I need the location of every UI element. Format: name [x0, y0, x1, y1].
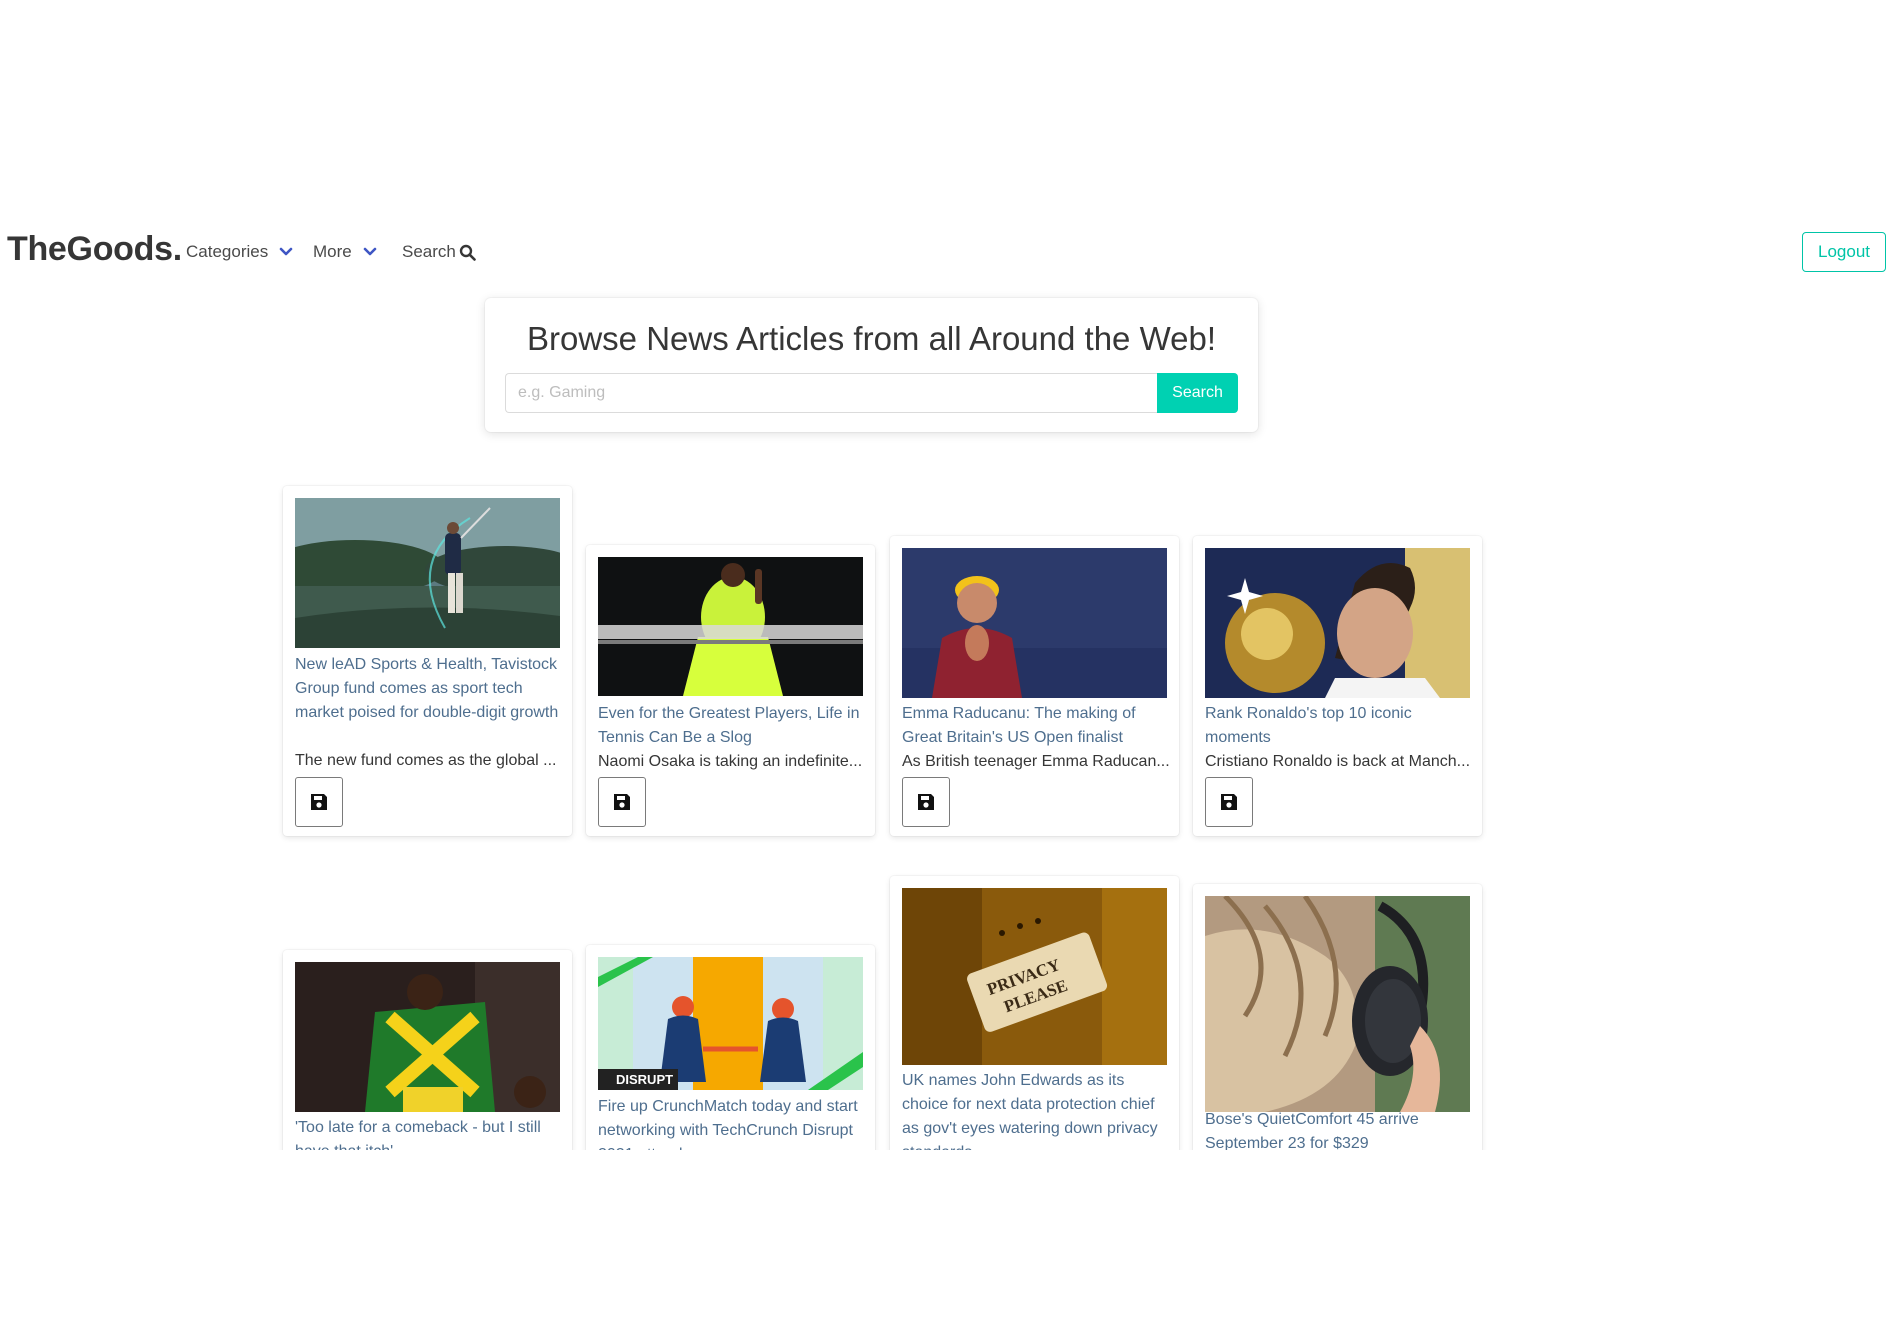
- articles-grid: New leAD Sports & Health, Tavistock Grou…: [0, 0, 1894, 1150]
- article-card: DISRUPT Fire up CrunchMatch today and st…: [586, 945, 875, 1150]
- article-card: Bose's QuietComfort 45 arrive September …: [1193, 884, 1482, 1150]
- article-card: Rank Ronaldo's top 10 iconic moments Cri…: [1193, 536, 1482, 836]
- article-image[interactable]: [295, 962, 560, 1112]
- disrupt-logo-text: DISRUPT: [616, 1072, 673, 1087]
- article-description: The new fund comes as the global ...: [295, 752, 557, 769]
- article-card: PRIVACY PLEASE UK names John Edwards as …: [890, 876, 1179, 1150]
- article-title[interactable]: Rank Ronaldo's top 10 iconic moments: [1205, 702, 1473, 750]
- headphones-image: [1205, 896, 1470, 1112]
- article-image[interactable]: [902, 548, 1167, 698]
- article-description: Naomi Osaka is taking an indefinite...: [598, 753, 863, 770]
- article-card: Emma Raducanu: The making of Great Brita…: [890, 536, 1179, 836]
- article-title[interactable]: UK names John Edwards as its choice for …: [902, 1069, 1170, 1150]
- disrupt-illustration-image: DISRUPT: [598, 957, 863, 1090]
- article-title[interactable]: Bose's QuietComfort 45 arrive September …: [1205, 1108, 1473, 1150]
- save-article-button[interactable]: [295, 777, 343, 827]
- article-card: 'Too late for a comeback - but I still h…: [283, 950, 572, 1150]
- article-title[interactable]: Even for the Greatest Players, Life in T…: [598, 702, 866, 750]
- save-article-button[interactable]: [598, 777, 646, 827]
- save-article-button[interactable]: [1205, 777, 1253, 827]
- article-description: As British teenager Emma Raducan...: [902, 753, 1170, 770]
- article-card: Even for the Greatest Players, Life in T…: [586, 545, 875, 836]
- tennis-celebration-image: [902, 548, 1167, 698]
- sprinter-image: [295, 962, 560, 1112]
- article-title[interactable]: Fire up CrunchMatch today and start netw…: [598, 1095, 866, 1150]
- floppy-disk-icon: [311, 794, 327, 810]
- floppy-disk-icon: [918, 794, 934, 810]
- article-image[interactable]: [295, 498, 560, 648]
- article-title[interactable]: 'Too late for a comeback - but I still h…: [295, 1116, 563, 1150]
- article-image[interactable]: DISRUPT: [598, 957, 863, 1090]
- golfer-image: [295, 498, 560, 648]
- article-image[interactable]: [1205, 896, 1470, 1112]
- article-title[interactable]: New leAD Sports & Health, Tavistock Grou…: [295, 653, 563, 725]
- article-card: New leAD Sports & Health, Tavistock Grou…: [283, 486, 572, 836]
- floppy-disk-icon: [614, 794, 630, 810]
- footballer-trophy-image: [1205, 548, 1470, 698]
- tennis-player-image: [598, 557, 863, 696]
- article-image[interactable]: PRIVACY PLEASE: [902, 888, 1167, 1065]
- article-image[interactable]: [1205, 548, 1470, 698]
- article-image[interactable]: [598, 557, 863, 696]
- article-title[interactable]: Emma Raducanu: The making of Great Brita…: [902, 702, 1170, 750]
- privacy-sign-image: PRIVACY PLEASE: [902, 888, 1167, 1065]
- floppy-disk-icon: [1221, 794, 1237, 810]
- article-description: Cristiano Ronaldo is back at Manch...: [1205, 753, 1471, 770]
- save-article-button[interactable]: [902, 777, 950, 827]
